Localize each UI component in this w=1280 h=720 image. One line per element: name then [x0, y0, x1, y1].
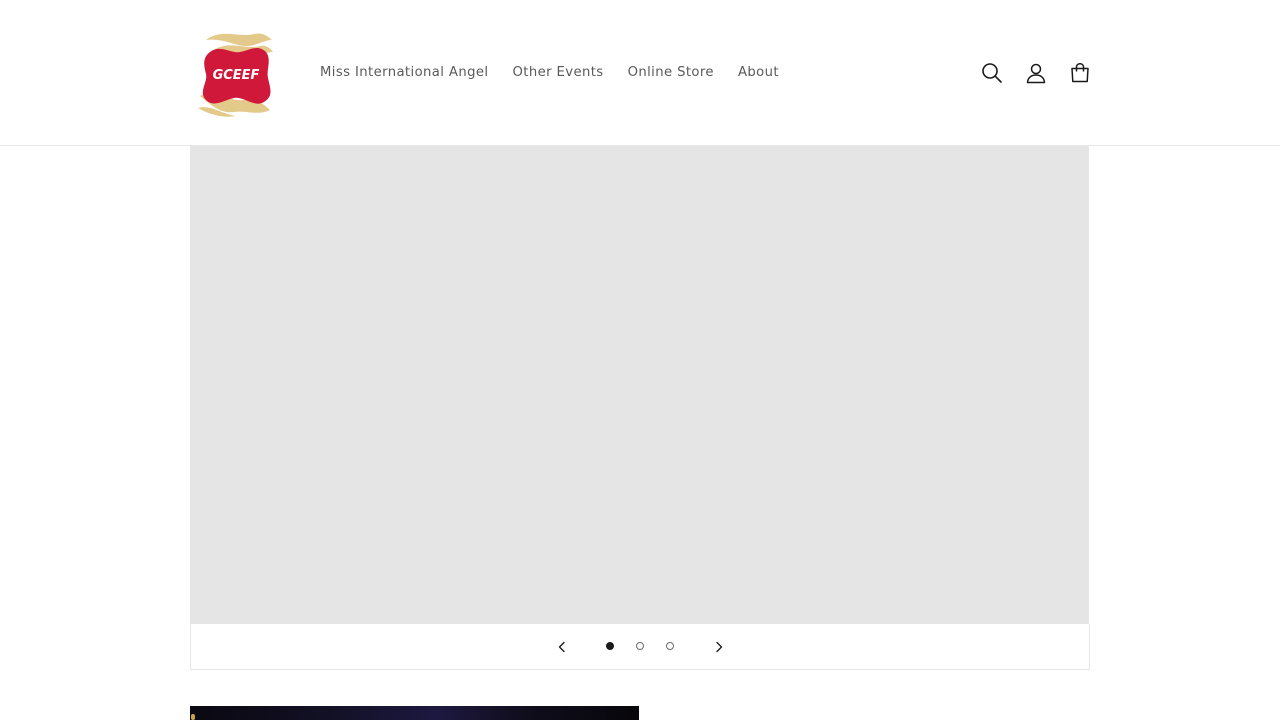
- gceef-logo-image: GCEEF: [198, 33, 273, 117]
- chevron-right-icon: [716, 641, 723, 653]
- gceef-logo[interactable]: GCEEF: [196, 30, 276, 118]
- site-header: GCEEF Miss International Angel Other Eve…: [0, 0, 1280, 146]
- logo-text: GCEEF: [213, 68, 260, 83]
- search-icon: [982, 63, 1002, 83]
- cart-button[interactable]: [1064, 58, 1096, 88]
- nav-item-about[interactable]: About: [726, 65, 791, 80]
- search-button[interactable]: [976, 58, 1008, 88]
- chevron-left-icon: [558, 641, 565, 653]
- slideshow-controls: [190, 624, 1090, 670]
- featured-media-image[interactable]: [190, 706, 639, 720]
- main-nav: Miss International Angel Other Events On…: [308, 60, 791, 84]
- account-button[interactable]: [1020, 58, 1052, 88]
- account-icon: [1026, 63, 1046, 84]
- slide-prev-button[interactable]: [552, 637, 572, 657]
- nav-item-online-store[interactable]: Online Store: [616, 65, 726, 80]
- header-icons: [976, 58, 1108, 88]
- slide-dot-1[interactable]: [606, 642, 614, 650]
- slide-dot-3[interactable]: [666, 642, 674, 650]
- hero-slideshow-slide: [190, 146, 1089, 624]
- nav-item-miss-international-angel[interactable]: Miss International Angel: [308, 65, 500, 80]
- image-detail: [191, 714, 195, 720]
- nav-item-other-events[interactable]: Other Events: [500, 65, 615, 80]
- slide-next-button[interactable]: [709, 637, 729, 657]
- cart-icon: [1071, 63, 1089, 83]
- slide-dot-2[interactable]: [636, 642, 644, 650]
